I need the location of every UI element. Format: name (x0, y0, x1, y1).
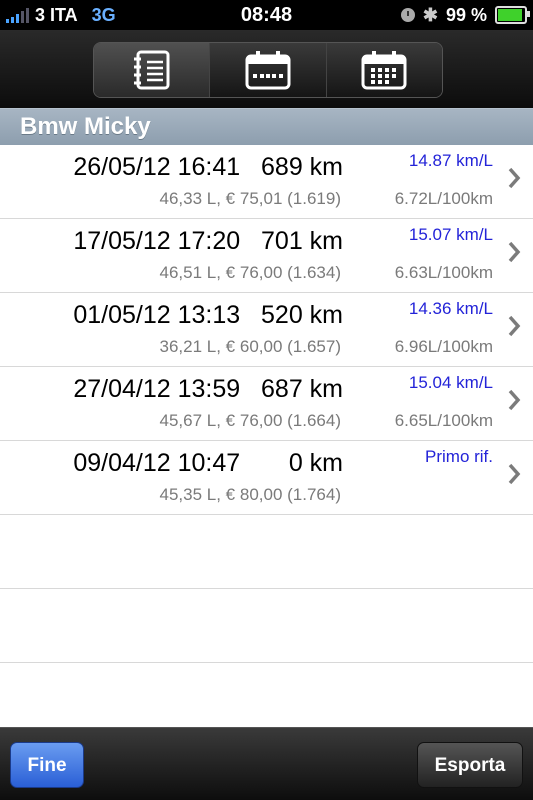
entry-efficiency: 15.04 km/L (408, 373, 493, 392)
entry-consumption: 6.63L/100km (394, 263, 493, 282)
status-right: ✱ 99 % (400, 0, 530, 30)
status-bar: 3 ITA 3G 08:48 ✱ 99 % (0, 0, 533, 30)
alarm-clock-icon (400, 8, 415, 22)
chevron-right-icon (508, 167, 521, 189)
entry-details: 45,67 L, € 76,00 (1.664) (159, 411, 341, 430)
list-item[interactable]: 27/04/12 13:59 687 km 45,67 L, € 76,00 (… (0, 367, 533, 441)
empty-row (0, 589, 533, 663)
entry-consumption: 6.96L/100km (394, 337, 493, 356)
segment-week-view[interactable] (209, 43, 326, 97)
list-item[interactable]: 17/05/12 17:20 701 km 46,51 L, € 76,00 (… (0, 219, 533, 293)
entry-datetime: 09/04/12 10:47 (73, 449, 241, 477)
bluetooth-icon: ✱ (422, 4, 438, 25)
entry-km: 520 km (261, 301, 343, 329)
battery-percent: 99 % (445, 4, 487, 25)
entry-efficiency: 14.87 km/L (408, 151, 493, 170)
entry-km: 701 km (261, 227, 343, 255)
list-item[interactable]: 26/05/12 16:41 689 km 46,33 L, € 75,01 (… (0, 145, 533, 219)
esporta-button[interactable]: Esporta (417, 742, 523, 788)
entry-datetime-km: 27/04/12 13:59 687 km (73, 375, 343, 404)
calendar-week-icon (245, 51, 291, 90)
chevron-right-icon (508, 389, 521, 411)
vehicle-name: Bmw Micky (20, 113, 151, 140)
entry-km: 689 km (261, 153, 343, 181)
battery-icon (495, 6, 530, 24)
entry-consumption: 6.65L/100km (394, 411, 493, 430)
chevron-right-icon (508, 315, 521, 337)
bottom-toolbar: Fine Esporta (0, 727, 533, 800)
segment-month-view[interactable] (325, 43, 442, 97)
calendar-month-icon (361, 51, 407, 90)
notebook-icon (133, 50, 170, 90)
entry-datetime: 26/05/12 16:41 (73, 153, 241, 181)
segment-list-view[interactable] (94, 43, 210, 97)
entry-consumption: 6.72L/100km (394, 189, 493, 208)
entry-km: 687 km (261, 375, 343, 403)
list-item[interactable]: 01/05/12 13:13 520 km 36,21 L, € 60,00 (… (0, 293, 533, 367)
entry-efficiency: Primo rif. (425, 447, 493, 466)
entry-details: 45,35 L, € 80,00 (1.764) (159, 485, 341, 504)
entry-datetime-km: 26/05/12 16:41 689 km (73, 153, 343, 182)
entry-details: 36,21 L, € 60,00 (1.657) (159, 337, 341, 356)
chevron-right-icon (508, 241, 521, 263)
chevron-right-icon (508, 463, 521, 485)
refuel-list: 26/05/12 16:41 689 km 46,33 L, € 75,01 (… (0, 145, 533, 737)
entry-datetime: 27/04/12 13:59 (73, 375, 241, 403)
entry-efficiency: 15.07 km/L (408, 225, 493, 244)
entry-datetime-km: 09/04/12 10:47 0 km (73, 449, 343, 478)
entry-details: 46,51 L, € 76,00 (1.634) (159, 263, 341, 282)
entry-datetime: 17/05/12 17:20 (73, 227, 241, 255)
empty-row (0, 663, 533, 737)
view-segmented-control (93, 42, 443, 98)
entry-efficiency: 14.36 km/L (408, 299, 493, 318)
entry-km: 0 km (288, 449, 343, 477)
entry-datetime: 01/05/12 13:13 (73, 301, 241, 329)
entry-datetime-km: 17/05/12 17:20 701 km (73, 227, 343, 256)
fine-button[interactable]: Fine (10, 742, 84, 788)
section-header: Bmw Micky (0, 108, 533, 146)
entry-details: 46,33 L, € 75,01 (1.619) (159, 189, 341, 208)
view-toolbar (0, 30, 533, 108)
list-item[interactable]: 09/04/12 10:47 0 km 45,35 L, € 80,00 (1.… (0, 441, 533, 515)
empty-row (0, 515, 533, 589)
entry-datetime-km: 01/05/12 13:13 520 km (73, 301, 343, 330)
